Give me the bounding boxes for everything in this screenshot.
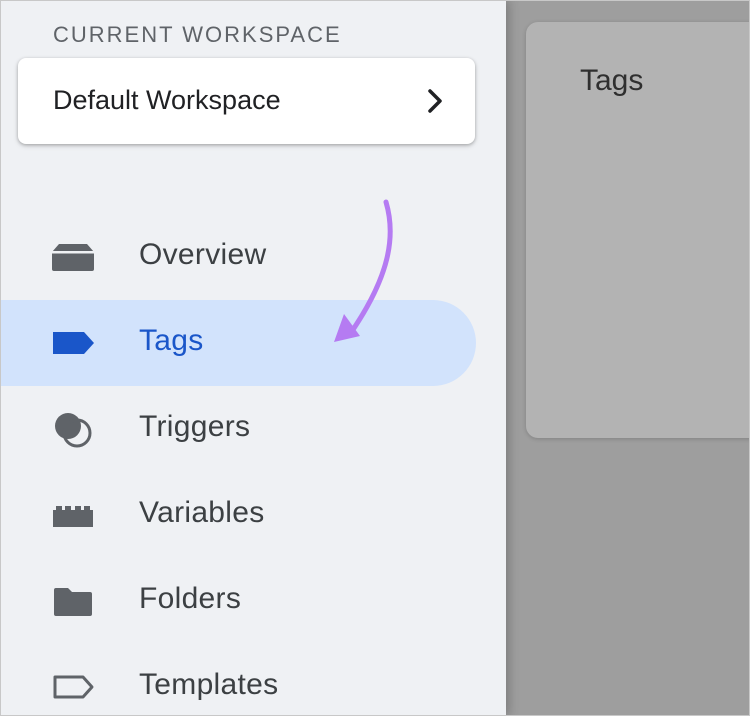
nav-item-overview[interactable]: Overview [0,214,476,300]
nav-item-templates[interactable]: Templates [0,644,476,716]
nav-label-templates: Templates [139,668,279,701]
nav-item-tags[interactable]: Tags [0,300,476,386]
main-tags-card: Tags [526,22,750,438]
triggers-icon [55,413,92,448]
page-title: Tags [580,64,644,97]
variables-icon [53,506,93,527]
current-workspace-label: CURRENT WORKSPACE [53,22,342,47]
nav-label-folders: Folders [139,582,242,615]
nav-item-variables[interactable]: Variables [0,472,476,558]
tag-icon [53,332,94,354]
templates-icon [53,675,94,699]
nav-item-folders[interactable]: Folders [0,558,476,644]
nav-label-triggers: Triggers [139,410,251,443]
workspace-name: Default Workspace [53,85,281,115]
nav-item-triggers[interactable]: Triggers [0,386,476,472]
overview-icon [52,244,94,271]
folder-icon [54,588,92,616]
nav-label-variables: Variables [139,496,265,529]
nav-label-tags: Tags [139,324,204,357]
nav-label-overview: Overview [139,238,267,271]
sidebar: CURRENT WORKSPACE Default Workspace Over… [0,0,506,716]
chevron-right-icon [428,89,442,113]
workspace-selector[interactable]: Default Workspace [18,58,475,144]
app-window: CURRENT WORKSPACE Default Workspace Over… [0,0,750,716]
